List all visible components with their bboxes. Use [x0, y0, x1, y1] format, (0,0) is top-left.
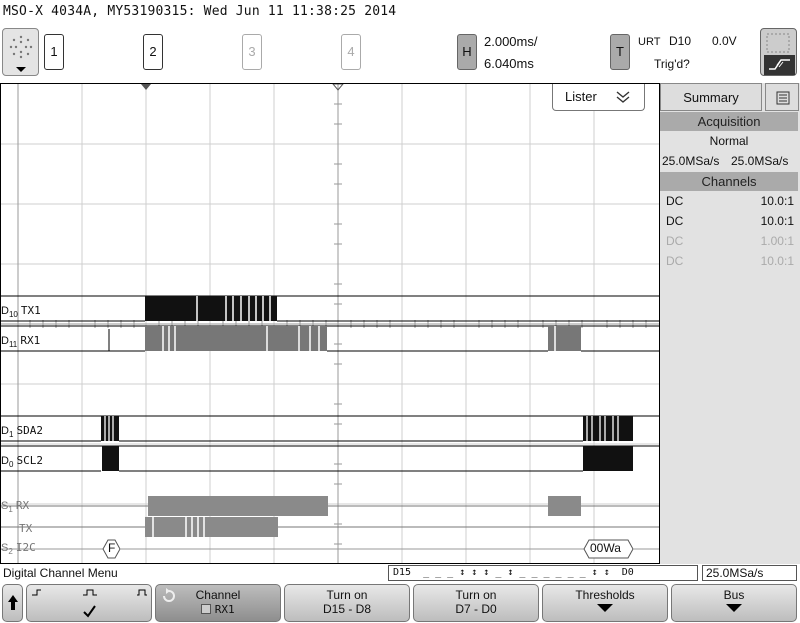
i2c-start-label: F [108, 541, 116, 555]
acquisition-mode: Normal [709, 134, 749, 148]
channel-probe: 10.0:1 [760, 214, 794, 228]
channel-row: DC 10.0:1 [666, 254, 794, 268]
acquisition-rate-1: 25.0MSa/s [662, 154, 720, 168]
channel-1-button[interactable]: 1 [44, 34, 64, 70]
trigger-source: D10 [669, 34, 692, 48]
tab-summary[interactable]: Summary [660, 83, 762, 111]
menu-title: Digital Channel Menu [3, 566, 118, 580]
lister-button[interactable]: Lister [552, 84, 645, 111]
channel-probe: 10.0:1 [760, 194, 794, 208]
trace-label-tx1[interactable]: D10 TX1 [1, 304, 41, 319]
channel-probe: 10.0:1 [760, 254, 794, 268]
channel-coupling: DC [666, 194, 684, 208]
rising-edge-icon [764, 33, 795, 75]
horizontal-delay: 6.040ms [484, 56, 534, 71]
digital-menu-button[interactable] [2, 28, 39, 76]
digital-activity-pattern: _ _ _ ↕ ↕ ↕ _ ↕ _ _ _ _ _ _ ↕ ↕ [423, 567, 610, 578]
double-chevron-down-icon [616, 91, 630, 103]
trace-tx1 [1, 295, 659, 322]
waveform-display[interactable]: F 00Wa Lister D10 TX1 D11 RX1 D1 SDA2 D0… [0, 83, 660, 564]
trace-serial2-i2c [1, 539, 659, 559]
trigger-status: Trig'd? [654, 57, 690, 71]
channel-row: DC 10.0:1 [666, 214, 794, 228]
waveform-grid [1, 84, 659, 563]
horizontal-button[interactable]: H [457, 34, 477, 70]
trace-serial1-tx [1, 517, 659, 537]
trace-label-rx1[interactable]: D11 RX1 [1, 334, 40, 349]
up-arrow-icon [8, 595, 18, 610]
thresholds-softkey[interactable]: Thresholds [542, 584, 668, 622]
trace-label-sda2[interactable]: D1 SDA2 [1, 424, 43, 439]
bus-softkey[interactable]: Bus [671, 584, 797, 622]
trigger-position-marker [141, 84, 151, 90]
crosshair-icon [9, 35, 33, 72]
channel-2-button[interactable]: 2 [143, 34, 163, 70]
pulse-icons [32, 589, 147, 618]
trace-label-serial1-tx[interactable]: TX [19, 522, 32, 535]
channel-4-button[interactable]: 4 [341, 34, 361, 70]
checkmark-icon [83, 605, 96, 618]
digital-end-label: D0 [621, 567, 634, 578]
lister-label: Lister [565, 89, 597, 104]
trace-serial1-rx [1, 496, 659, 516]
sample-rate-display: 25.0MSa/s [702, 565, 797, 581]
trigger-mode: URT [638, 36, 661, 48]
trigger-slope-button[interactable] [760, 28, 797, 76]
horizontal-scale: 2.000ms/ [484, 34, 538, 49]
channel-coupling: DC [666, 254, 684, 268]
trigger-level: 0.0V [712, 34, 737, 48]
trace-rx1 [1, 325, 659, 352]
digital-channel-strip[interactable]: D15 _ _ _ ↕ ↕ ↕ _ ↕ _ _ _ _ _ _ ↕ ↕ D0 [388, 565, 698, 581]
channel-3-button[interactable]: 3 [242, 34, 262, 70]
list-icon [776, 91, 790, 105]
channel-coupling: DC [666, 214, 684, 228]
acquisition-rate-2: 25.0MSa/s [731, 154, 789, 168]
window-title: MSO-X 4034A, MY53190315: Wed Jun 11 11:3… [3, 4, 397, 19]
trace-label-scl2[interactable]: D0 SCL2 [1, 454, 43, 469]
digital-start-label: D15 [393, 567, 412, 578]
channel-row: DC 1.00:1 [666, 234, 794, 248]
turn-on-d15-d8-softkey[interactable]: Turn on D15 - D8 [284, 584, 410, 622]
submenu-arrow-icon [597, 604, 613, 612]
rotate-knob-icon [163, 588, 175, 602]
channel-softkey[interactable]: Channel RX1 [155, 584, 281, 622]
channel-color-swatch [201, 604, 212, 614]
channel-row: DC 10.0:1 [666, 194, 794, 208]
channel-coupling: DC [666, 234, 684, 248]
threshold-type-softkey[interactable] [26, 584, 152, 622]
i2c-data-label: 00Wa [590, 541, 621, 555]
back-button[interactable] [2, 584, 23, 622]
sidebar-menu-button[interactable] [765, 83, 799, 111]
submenu-arrow-icon [726, 604, 742, 612]
acquisition-header: Acquisition [660, 112, 798, 131]
trace-scl2 [1, 445, 659, 472]
channels-header: Channels [660, 172, 798, 191]
trigger-button[interactable]: T [610, 34, 630, 70]
turn-on-d7-d0-softkey[interactable]: Turn on D7 - D0 [413, 584, 539, 622]
trace-sda2 [1, 415, 659, 442]
trace-label-serial2-i2c[interactable]: S2 I2C [1, 541, 36, 556]
channel-probe: 1.00:1 [760, 234, 794, 248]
trace-label-serial1-rx[interactable]: S1 RX [1, 499, 29, 514]
